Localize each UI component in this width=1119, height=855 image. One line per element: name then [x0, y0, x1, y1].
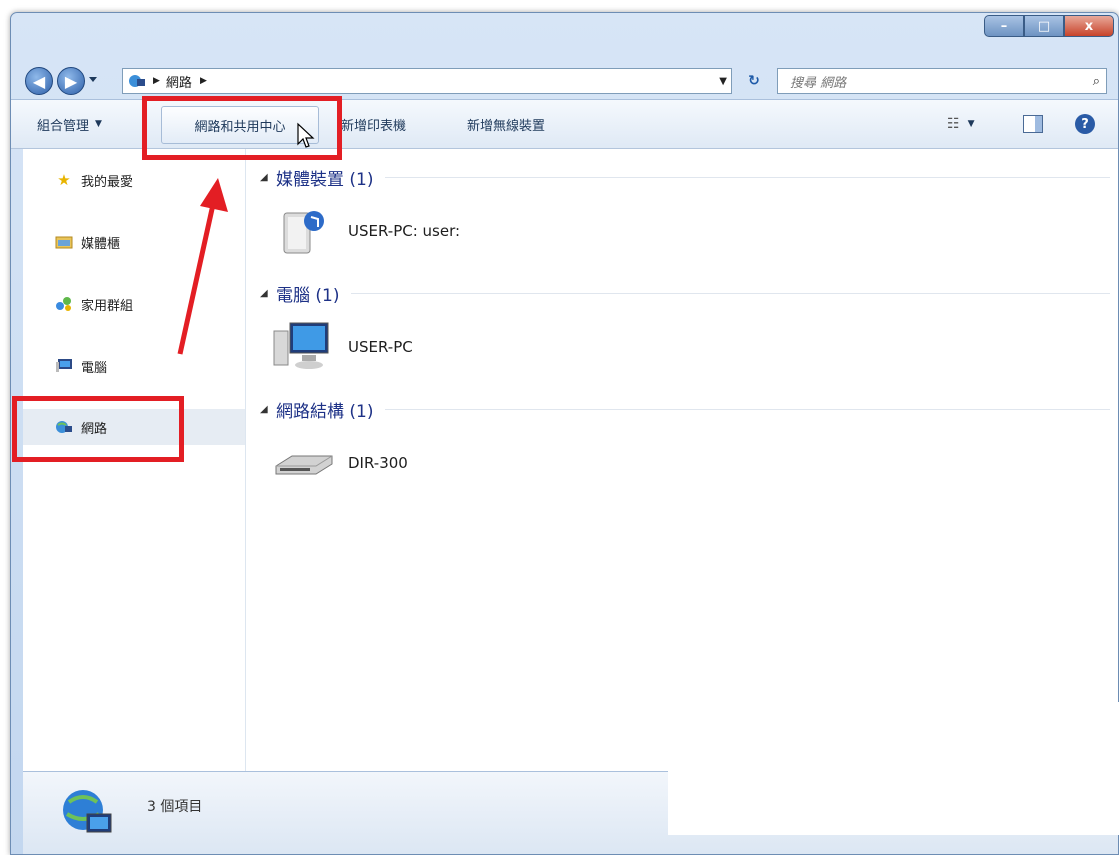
forward-button[interactable]: ▶	[57, 67, 85, 95]
item-label: DIR-300	[348, 454, 408, 472]
computer-icon	[53, 356, 75, 376]
highlight-box-network-sidebar	[12, 396, 184, 462]
add-printer-button[interactable]: 新增印表機	[341, 100, 406, 148]
maximize-button[interactable]: □	[1024, 15, 1064, 37]
list-item-media-device[interactable]: USER-PC: user:	[272, 201, 460, 261]
list-item-computer[interactable]: USER-PC	[272, 317, 413, 377]
address-dropdown-icon[interactable]: ▼	[719, 76, 727, 87]
group-header-network-infrastructure[interactable]: ◢ 網路結構 (1)	[260, 397, 1110, 422]
preview-pane-icon	[1023, 115, 1043, 133]
recent-pages-chevron-icon[interactable]	[89, 77, 97, 82]
collapse-triangle-icon: ◢	[260, 171, 268, 183]
list-item-router[interactable]: DIR-300	[272, 433, 408, 493]
group-divider	[385, 408, 1110, 410]
homegroup-icon	[53, 294, 75, 314]
router-icon	[272, 433, 336, 493]
network-icon	[127, 73, 147, 89]
sidebar-item-label: 我的最愛	[81, 174, 134, 190]
sidebar-item-label: 媒體櫃	[81, 236, 121, 252]
view-options-button[interactable]: ☷ ▼	[947, 100, 974, 148]
group-title: 網路結構 (1)	[276, 401, 374, 422]
group-divider	[351, 292, 1110, 294]
add-printer-label: 新增印表機	[341, 118, 407, 134]
help-button[interactable]: ?	[1075, 100, 1095, 148]
help-icon: ?	[1075, 114, 1095, 134]
chevron-down-icon: ▼	[967, 119, 975, 129]
navigation-bar: ◀ ▶ ▶ 網路 ▶ ▼ ↻ 搜尋 網路 ⌕	[11, 63, 1118, 99]
chevron-down-icon: ▼	[95, 119, 102, 129]
close-button[interactable]: x	[1064, 15, 1114, 37]
item-count-label: 3 個項目	[147, 799, 203, 815]
computer-icon	[272, 317, 332, 377]
breadcrumb-chevron-icon[interactable]: ▶	[200, 76, 207, 86]
group-divider	[385, 176, 1110, 178]
address-bar[interactable]: ▶ 網路 ▶ ▼	[122, 68, 732, 94]
breadcrumb-item-network[interactable]: 網路	[166, 72, 192, 91]
group-title: 電腦 (1)	[276, 285, 340, 306]
add-wireless-device-label: 新增無線裝置	[467, 118, 546, 134]
item-label: USER-PC	[348, 338, 413, 356]
search-placeholder: 搜尋 網路	[790, 75, 847, 91]
blank-overlay	[668, 702, 1119, 835]
back-button[interactable]: ◀	[25, 67, 53, 95]
star-icon: ★	[57, 171, 71, 189]
mouse-pointer-icon	[297, 122, 315, 148]
group-header-computers[interactable]: ◢ 電腦 (1)	[260, 281, 1110, 306]
sidebar-item-label: 家用群組	[81, 298, 134, 314]
refresh-icon[interactable]: ↻	[737, 68, 771, 94]
group-header-media-devices[interactable]: ◢ 媒體裝置 (1)	[260, 165, 1110, 190]
group-title: 媒體裝置 (1)	[276, 169, 374, 190]
title-bar: – □ x	[11, 13, 1118, 63]
organize-button[interactable]: 組合管理 ▼	[37, 100, 102, 148]
preview-pane-button[interactable]	[1023, 100, 1043, 148]
view-icon: ☷	[947, 116, 960, 132]
breadcrumb-separator-icon: ▶	[153, 76, 160, 86]
search-icon[interactable]: ⌕	[1093, 74, 1100, 89]
minimize-button[interactable]: –	[984, 15, 1024, 37]
network-globe-icon	[59, 784, 115, 844]
window-controls: – □ x	[984, 15, 1114, 37]
collapse-triangle-icon: ◢	[260, 403, 268, 415]
file-list: ◢ 媒體裝置 (1) USER-PC: user: ◢ 電腦 (1) USER-…	[246, 149, 1118, 771]
red-arrow-icon	[177, 178, 228, 355]
item-label: USER-PC: user:	[348, 222, 461, 240]
collapse-triangle-icon: ◢	[260, 287, 268, 299]
library-icon	[53, 232, 75, 252]
media-device-icon	[272, 201, 332, 261]
organize-label: 組合管理	[37, 118, 90, 134]
sidebar-item-label: 電腦	[81, 360, 108, 376]
search-input[interactable]: 搜尋 網路 ⌕	[777, 68, 1107, 94]
add-wireless-device-button[interactable]: 新增無線裝置	[467, 100, 545, 148]
